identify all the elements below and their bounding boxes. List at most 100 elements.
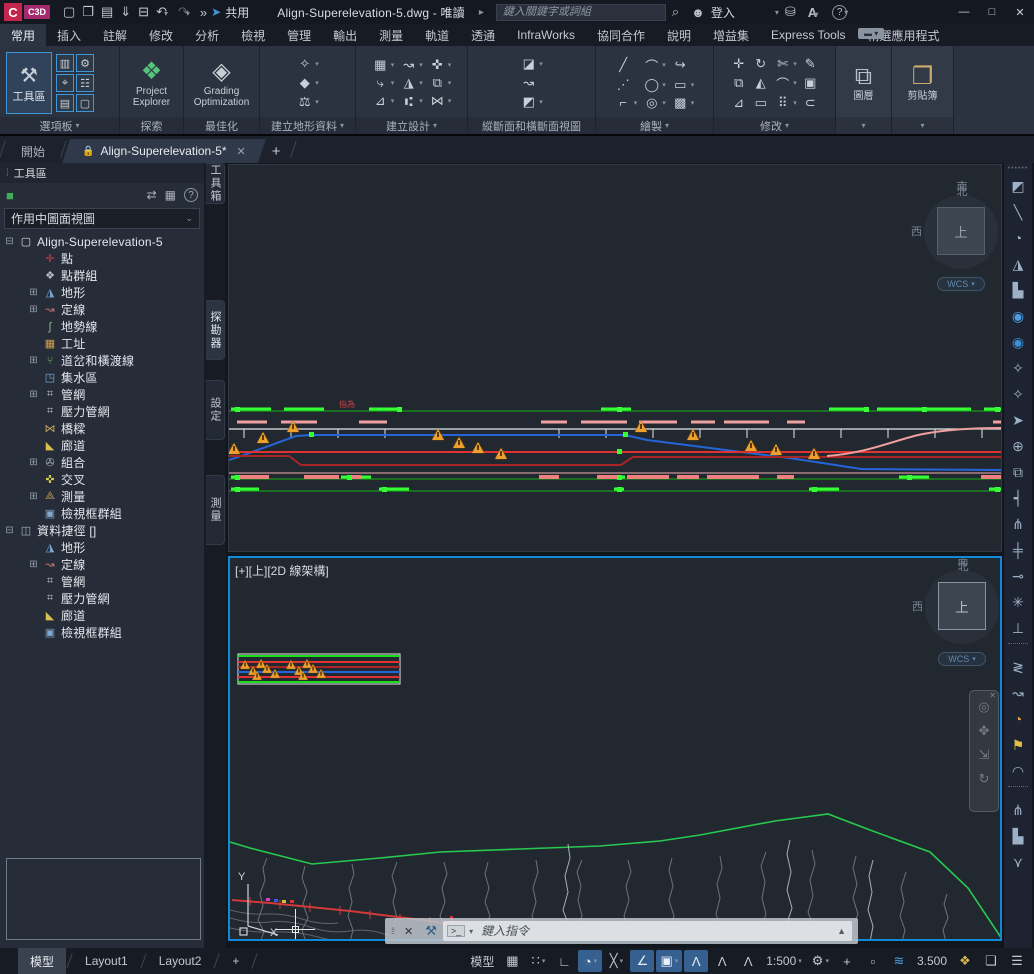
ribbon-tab[interactable]: 分析 <box>184 24 230 46</box>
modify-tool[interactable]: ⧉ <box>730 74 747 93</box>
transparent-command-icon[interactable]: ⊥ <box>1006 615 1030 641</box>
modify-tool[interactable]: ▭ <box>752 95 769 111</box>
tree-expander-icon[interactable]: ⊞ <box>28 457 39 468</box>
create-design-tool[interactable]: ⊿▾ <box>372 93 395 109</box>
clean-screen[interactable]: ❏ <box>979 950 1003 972</box>
viewport-bottom-active[interactable]: [+][上][2D 線架構] <box>228 556 1002 941</box>
tree-expander-icon[interactable]: ⊟ <box>4 236 15 247</box>
ribbon-display-toggle[interactable]: ▬ ▾ <box>858 28 884 39</box>
superelevation-warning-icon[interactable] <box>287 421 299 432</box>
toolspace-title-bar[interactable]: ⁞ 工具區 <box>0 163 204 183</box>
create-design-tool[interactable]: ⋈▾ <box>429 93 452 109</box>
superelevation-warning-icon[interactable] <box>298 671 308 680</box>
create-design-tool[interactable]: ⤷▾ <box>372 75 395 91</box>
tree-item[interactable]: ▣ 檢視框群組 <box>0 505 204 522</box>
transparent-command-icon[interactable]: ╲ <box>1006 199 1030 225</box>
annotation-autoscale-toggle[interactable]: Λ <box>710 950 734 972</box>
item-view-icon[interactable]: ⇄ <box>147 188 157 202</box>
model-tab[interactable]: 模型 <box>18 948 66 974</box>
transparent-command-icon[interactable]: ┥ <box>1006 485 1030 511</box>
ribbon-tab[interactable]: 透通 <box>460 24 506 46</box>
tree-expander-icon[interactable]: ⊞ <box>28 304 39 315</box>
tree-item[interactable]: ⊞ ↝ 定線 <box>0 301 204 318</box>
toolspace-help-icon[interactable]: ? <box>184 188 198 202</box>
ground-data-tool[interactable]: ✧▾ <box>296 56 319 72</box>
tree-expander-icon[interactable]: ⊞ <box>28 389 39 400</box>
workspace-gear[interactable]: ⚙▾ <box>808 950 833 972</box>
modify-tool[interactable]: ✄▾ <box>774 56 797 72</box>
title-overflow-arrow[interactable]: ▸ <box>479 7 484 18</box>
start-tab[interactable]: 開始 <box>5 139 61 163</box>
modify-tool[interactable]: ◭ <box>752 74 769 93</box>
transparent-command-icon[interactable]: ◮ <box>1006 251 1030 277</box>
draw-tool[interactable]: ▩▾ <box>672 95 695 111</box>
palette-mini-button[interactable]: ☷ <box>76 74 94 92</box>
superelevation-warning-icon[interactable] <box>808 448 820 459</box>
palette-mini-button[interactable]: ▥ <box>56 54 74 72</box>
tree-item[interactable]: ⌗ 壓力管網 <box>0 403 204 420</box>
qat-more-icon[interactable]: » <box>195 5 209 20</box>
tree-item[interactable]: ▦ 工址 <box>0 335 204 352</box>
modify-tool[interactable]: ⠿▾ <box>774 95 797 111</box>
navbar-tool-icon[interactable]: ⇲ <box>979 749 990 761</box>
tree-item[interactable]: ⊞ ◮ 地形 <box>0 284 204 301</box>
command-line[interactable]: ⁞⁞ ✕ ⚒ >_ ▾ ▲ <box>385 918 858 944</box>
transparent-command-icon[interactable]: ⧉ <box>1006 459 1030 485</box>
ribbon-tab[interactable]: 軌道 <box>414 24 460 46</box>
model-space-button[interactable]: 模型 <box>466 950 498 972</box>
draw-tool[interactable]: ⌒▾ <box>643 56 666 75</box>
superelevation-warning-icon[interactable] <box>472 442 484 453</box>
ribbon-tab[interactable]: 插入 <box>46 24 92 46</box>
draw-tool[interactable]: ◎▾ <box>643 95 666 111</box>
transparent-command-icon[interactable]: ◩ <box>1006 173 1030 199</box>
tree-item[interactable]: ◣ 廊道 <box>0 437 204 454</box>
minimize-button[interactable]: — <box>950 0 978 24</box>
transparent-command-icon[interactable]: ◠ <box>1006 758 1030 784</box>
transparent-command-icon[interactable]: ⚑ <box>1006 732 1030 758</box>
ortho-toggle[interactable]: ∟ <box>552 950 576 972</box>
draw-tool[interactable]: ◯▾ <box>643 77 666 93</box>
layout2-tab[interactable]: Layout2 <box>147 948 214 974</box>
viewport-top[interactable]: 指為 上 北 南 西 東 WCS▾ <box>228 164 1002 552</box>
project-explorer-button[interactable]: ❖ Project Explorer <box>126 59 177 108</box>
ribbon-tab[interactable]: 管理 <box>276 24 322 46</box>
tree-item[interactable]: ◣ 廊道 <box>0 607 204 624</box>
modify-tool[interactable]: ✛ <box>730 56 747 72</box>
superelevation-warning-icon[interactable] <box>770 444 782 455</box>
transparent-command-icon[interactable] <box>1008 643 1028 652</box>
tree-expander-icon[interactable]: ⊞ <box>28 287 39 298</box>
snap-toggle[interactable]: ∷▾ <box>526 950 550 972</box>
transparent-command-icon[interactable]: ⋔ <box>1006 797 1030 823</box>
tree-item[interactable]: ✛ 點 <box>0 250 204 267</box>
transparent-command-icon[interactable]: ✧ <box>1006 381 1030 407</box>
plot-icon[interactable]: ⊟ <box>133 4 151 20</box>
panel-grip[interactable]: ⁞ <box>6 168 8 179</box>
superelevation-warning-icon[interactable] <box>270 669 280 678</box>
annotation-visibility-toggle[interactable]: Λ <box>684 950 708 972</box>
superelevation-warning-icon[interactable] <box>432 429 444 440</box>
draw-tool[interactable]: ▭▾ <box>672 77 695 93</box>
superelevation-warning-icon[interactable] <box>257 432 269 443</box>
panorama-icon[interactable]: ▦ <box>165 188 176 202</box>
command-line-grip[interactable]: ⁞⁞ <box>391 926 394 936</box>
polar-toggle[interactable]: ◔▾ <box>578 950 602 972</box>
tree-item[interactable]: ⊞ ↝ 定線 <box>0 556 204 573</box>
tree-item[interactable]: ⊞ ⌗ 管網 <box>0 386 204 403</box>
tree-item[interactable]: ▣ 檢視框群組 <box>0 624 204 641</box>
create-design-tool[interactable]: ↝▾ <box>400 57 423 73</box>
ribbon-tab[interactable]: InfraWorks <box>506 24 586 46</box>
draw-tool[interactable]: ⋰ <box>615 77 638 93</box>
superelevation-warning-icon[interactable] <box>453 437 465 448</box>
ribbon-tab[interactable]: 增益集 <box>702 24 760 46</box>
transparent-command-icon[interactable]: ◉ <box>1006 329 1030 355</box>
command-input[interactable] <box>473 924 837 938</box>
tree-item[interactable]: ✜ 交叉 <box>0 471 204 488</box>
share-button[interactable]: ➤ 共用 <box>211 4 249 21</box>
modify-tool[interactable]: ⌒▾ <box>774 74 797 93</box>
annotation-monitor[interactable]: + <box>835 950 859 972</box>
new-layout-button[interactable]: + <box>220 948 251 974</box>
wcs-menu[interactable]: WCS▾ <box>938 652 986 666</box>
create-design-tool[interactable]: ⑆▾ <box>400 93 423 109</box>
command-prompt-icon[interactable]: >_ <box>447 925 465 937</box>
search-input[interactable] <box>496 4 666 21</box>
